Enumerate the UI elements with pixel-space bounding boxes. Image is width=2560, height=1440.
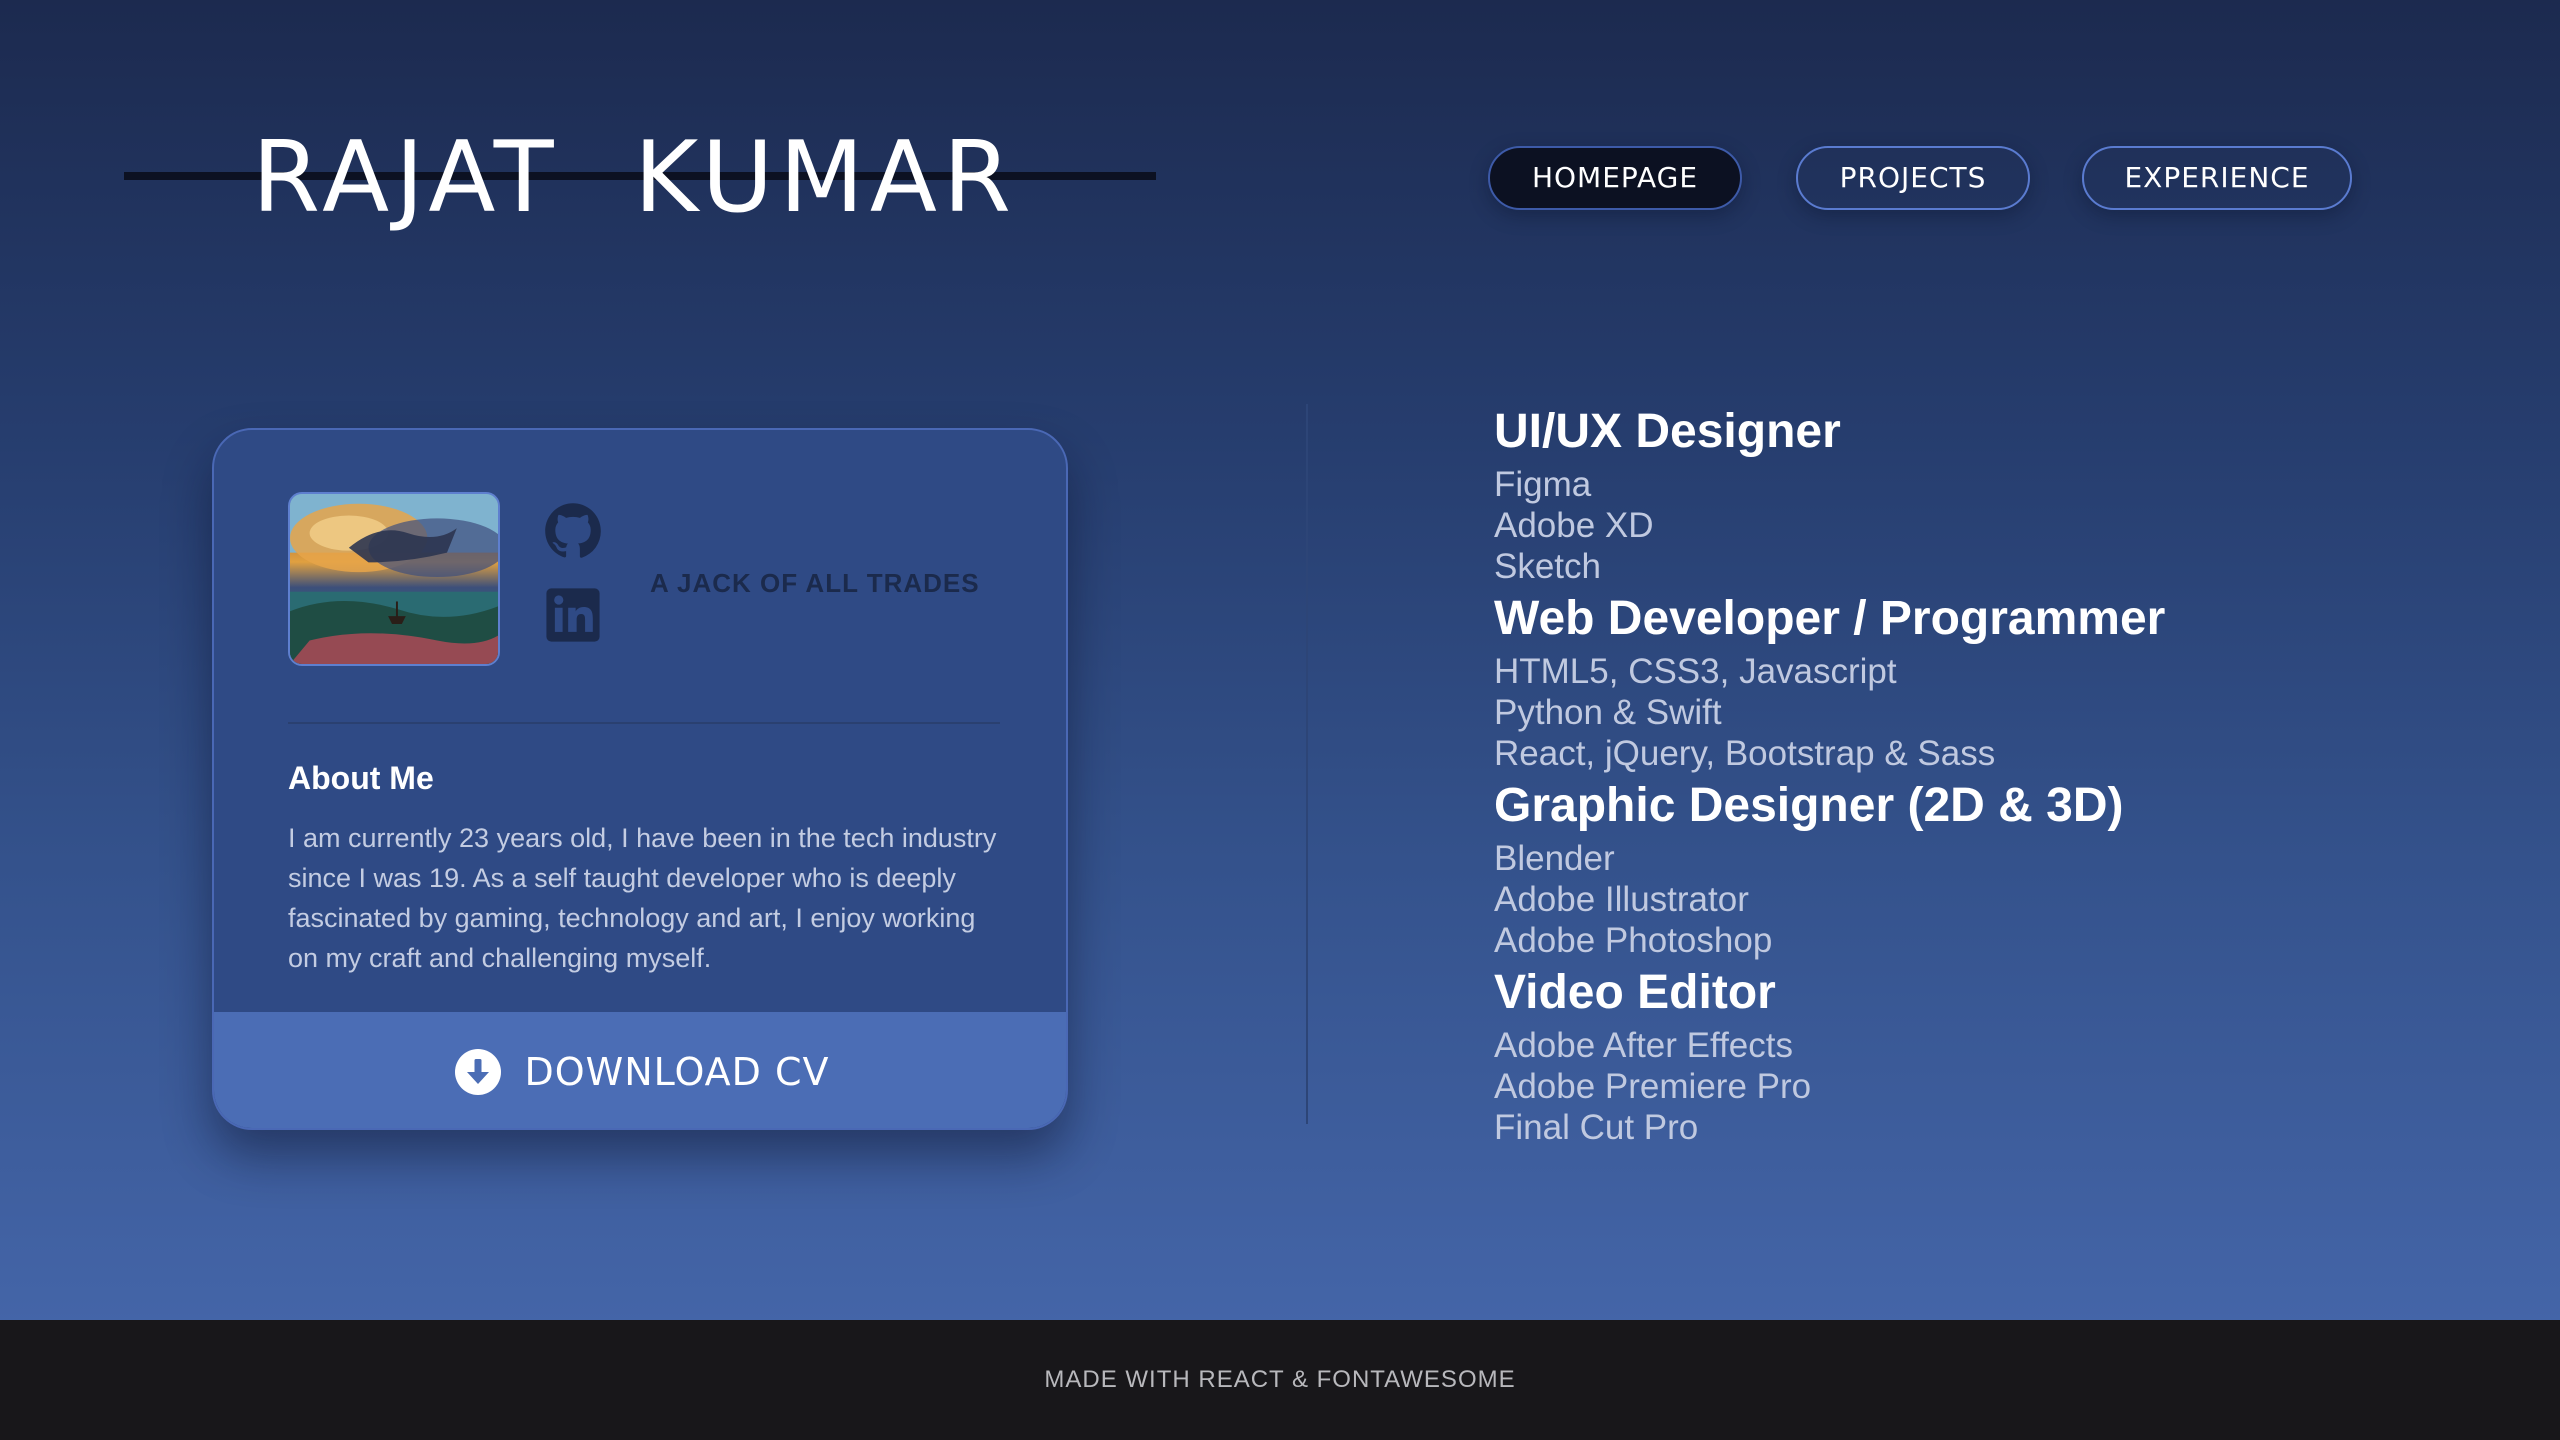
skill-title: Web Developer / Programmer bbox=[1494, 592, 2166, 645]
about-text: I am currently 23 years old, I have been… bbox=[288, 823, 997, 973]
skill-title: UI/UX Designer bbox=[1494, 405, 1841, 458]
skill-item: Adobe Illustrator bbox=[1494, 880, 1749, 919]
skill-item: Final Cut Pro bbox=[1494, 1108, 1699, 1147]
skill-item: Figma bbox=[1494, 465, 1592, 504]
linkedin-icon[interactable] bbox=[544, 586, 602, 644]
skill-item: Adobe Premiere Pro bbox=[1494, 1067, 1812, 1106]
download-icon bbox=[455, 1049, 502, 1095]
site-header: RAJAT KUMAR HOMEPAGE PROJECTS EXPERIENCE bbox=[0, 0, 2560, 300]
nav-experience-button[interactable]: EXPERIENCE bbox=[2082, 146, 2352, 210]
github-icon[interactable] bbox=[544, 502, 602, 560]
nav-projects-button[interactable]: PROJECTS bbox=[1796, 146, 2030, 210]
site-title: RAJAT KUMAR bbox=[124, 120, 1156, 236]
skill-item: Adobe XD bbox=[1494, 506, 1654, 545]
skill-item: Blender bbox=[1494, 839, 1615, 878]
card-divider bbox=[288, 722, 1000, 724]
skill-title: Graphic Designer (2D & 3D) bbox=[1494, 779, 2124, 832]
skill-group: Web Developer / Programmer HTML5, CSS3, … bbox=[1494, 587, 2394, 774]
skill-item: Adobe Photoshop bbox=[1494, 921, 1773, 960]
avatar bbox=[288, 492, 500, 666]
skill-group: Graphic Designer (2D & 3D) Blender Adobe… bbox=[1494, 774, 2394, 961]
avatar-painting bbox=[290, 494, 498, 664]
skill-item: Adobe After Effects bbox=[1494, 1026, 1793, 1065]
skill-item: Sketch bbox=[1494, 547, 1601, 586]
download-cv-button[interactable]: DOWNLOAD CV bbox=[214, 1012, 1066, 1128]
download-cv-label: DOWNLOAD CV bbox=[524, 1050, 830, 1094]
skill-group: UI/UX Designer Figma Adobe XD Sketch bbox=[1494, 400, 2394, 587]
skill-title: Video Editor bbox=[1494, 966, 1776, 1019]
skill-item: HTML5, CSS3, Javascript bbox=[1494, 652, 1897, 691]
footer-text: MADE WITH REACT & FONTAWESOME bbox=[1044, 1366, 1516, 1393]
profile-card: A JACK OF ALL TRADES About Me I am curre… bbox=[212, 428, 1068, 1130]
vertical-divider bbox=[1306, 404, 1308, 1124]
skill-item: React, jQuery, Bootstrap & Sass bbox=[1494, 734, 1996, 773]
site-name: RAJAT KUMAR bbox=[252, 121, 1017, 235]
nav-homepage-button[interactable]: HOMEPAGE bbox=[1488, 146, 1742, 210]
site-footer: MADE WITH REACT & FONTAWESOME bbox=[0, 1320, 2560, 1440]
tagline: A JACK OF ALL TRADES bbox=[650, 568, 980, 598]
skill-group: Video Editor Adobe After Effects Adobe P… bbox=[1494, 961, 2394, 1148]
skill-item: Python & Swift bbox=[1494, 693, 1722, 732]
skills-list: UI/UX Designer Figma Adobe XD Sketch Web… bbox=[1494, 400, 2394, 1148]
about-title: About Me bbox=[288, 760, 434, 796]
